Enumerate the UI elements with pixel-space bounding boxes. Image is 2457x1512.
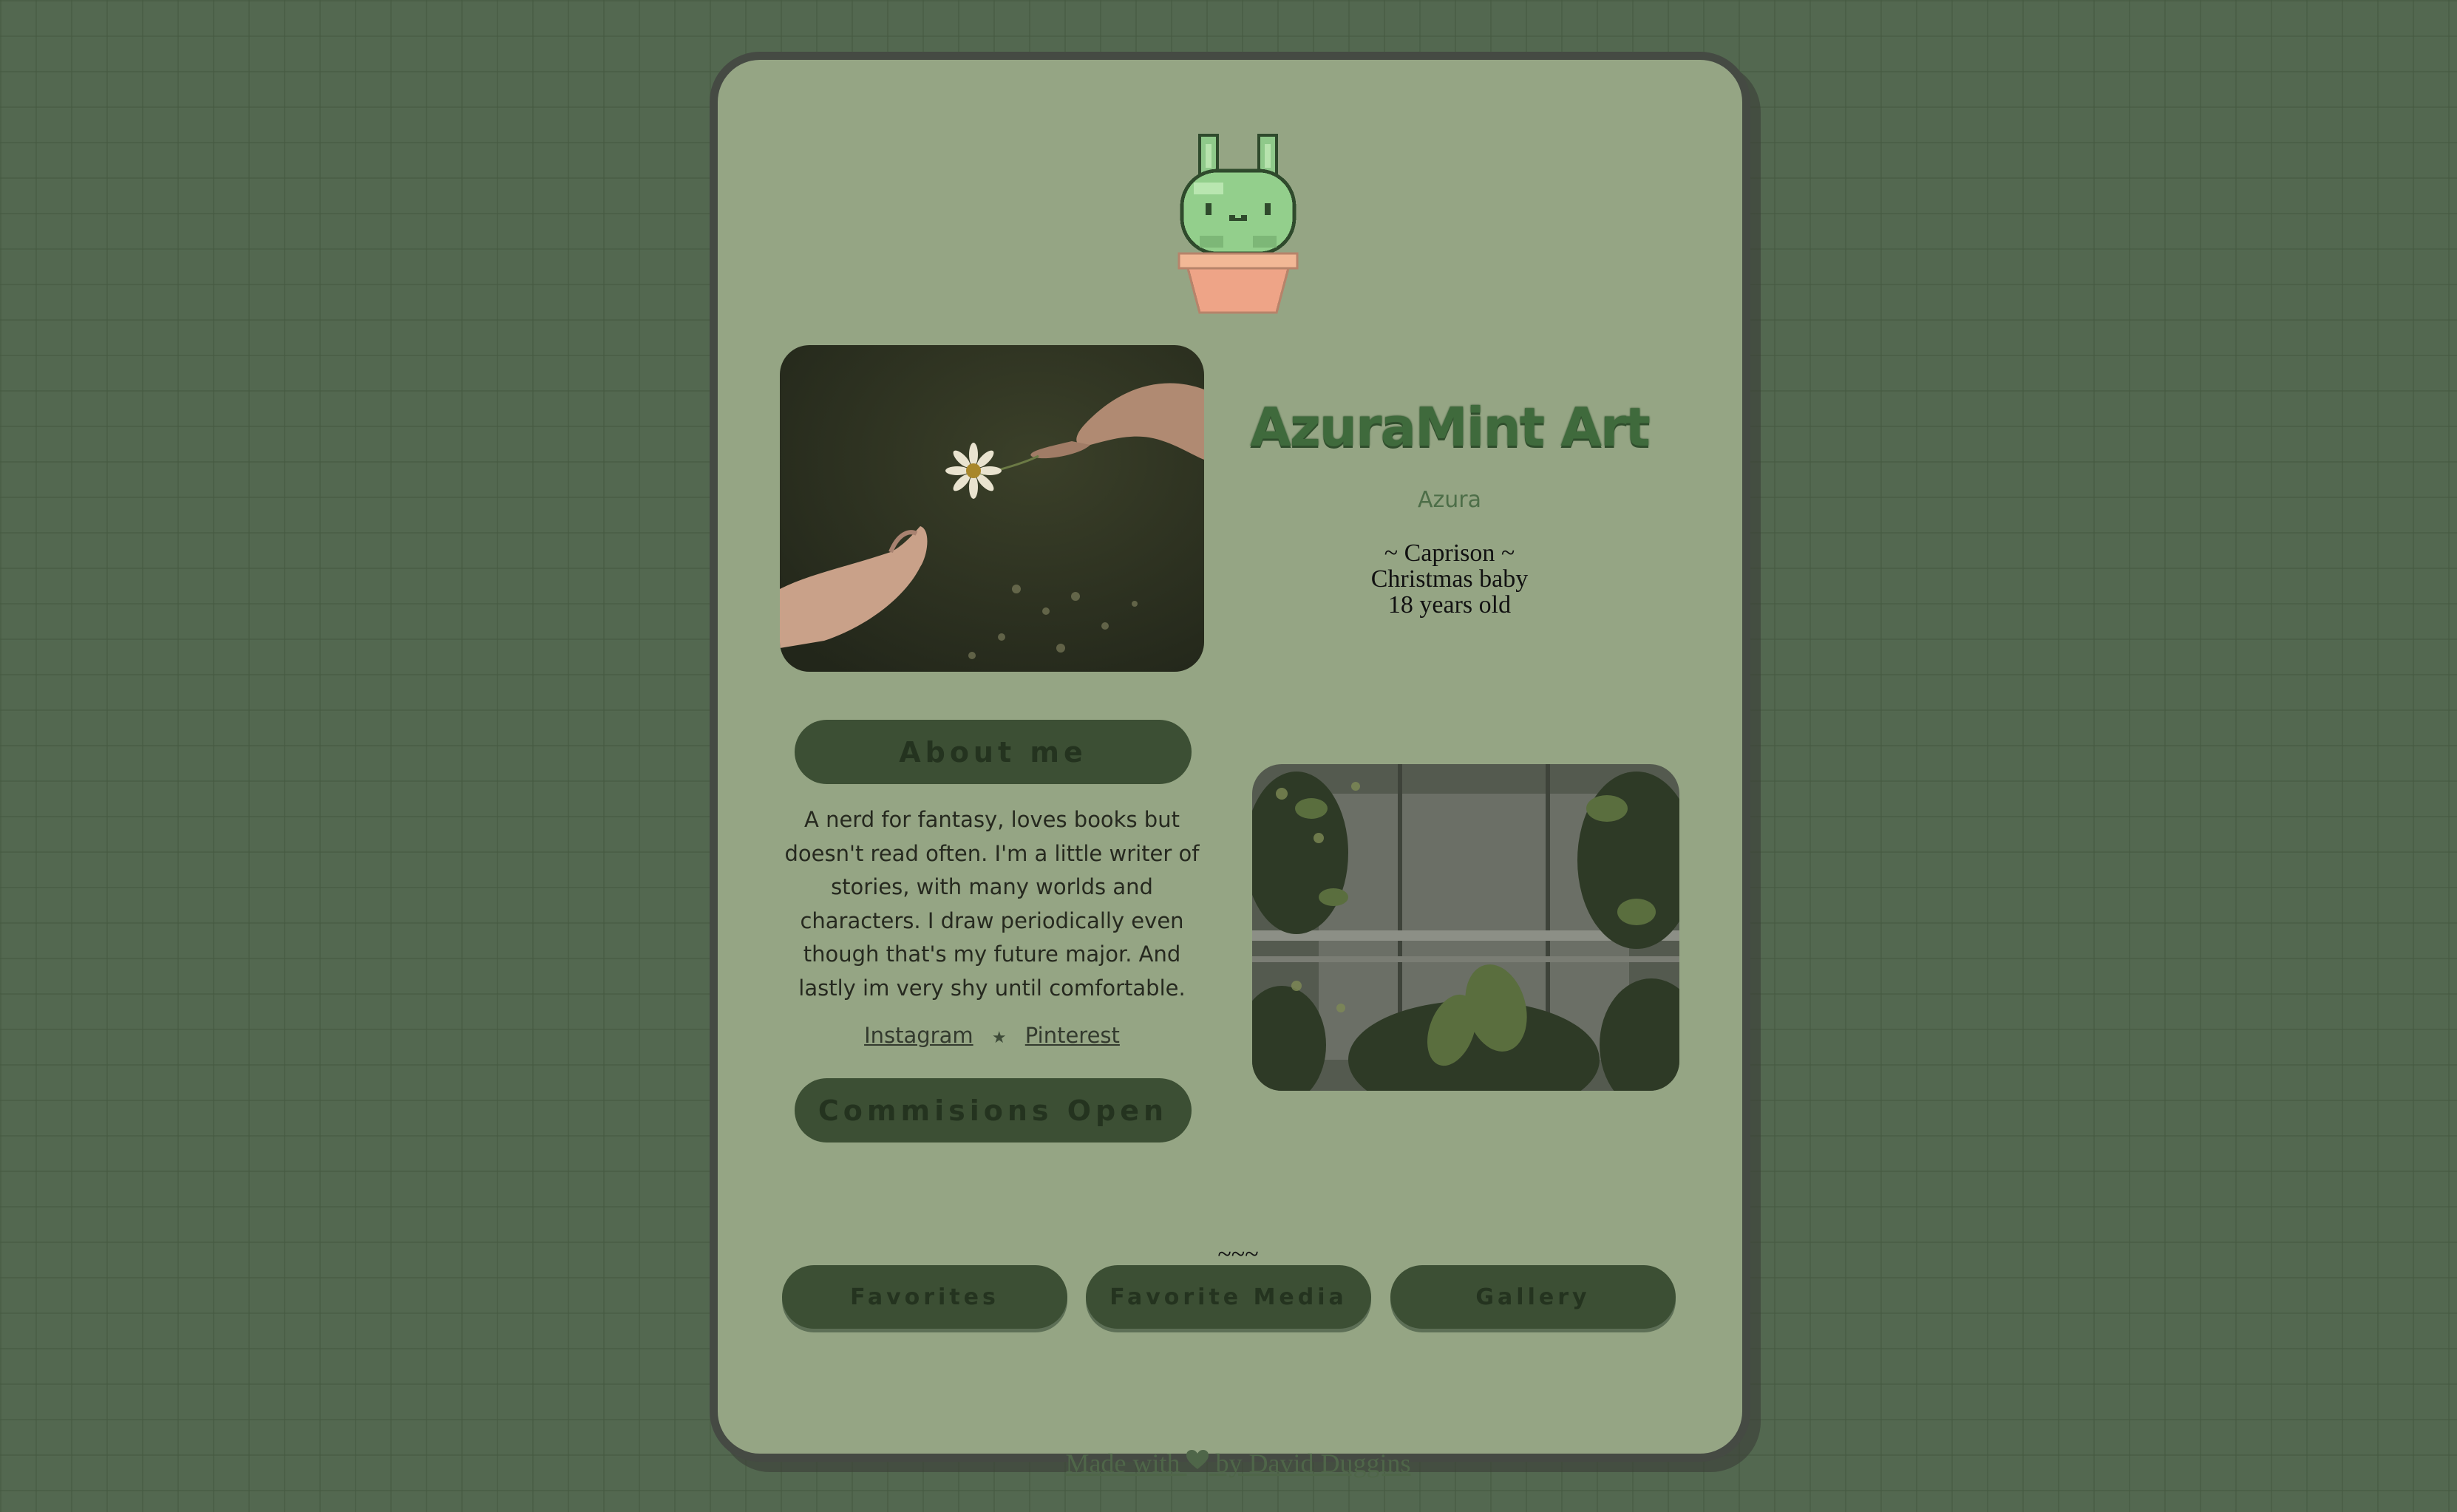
daisy-hands-photo	[780, 345, 1204, 672]
site-title: AzuraMint Art	[1250, 396, 1651, 458]
social-links: Instagram ★ Pinterest	[780, 1023, 1204, 1048]
bio-line: 18 years old	[1387, 591, 1512, 619]
footer-link[interactable]: Made with by David Duggins	[1066, 1448, 1411, 1478]
pinterest-link[interactable]: Pinterest	[1025, 1023, 1120, 1048]
greenhouse-plants-photo	[1252, 764, 1679, 1091]
commissions-button[interactable]: Commisions Open	[795, 1078, 1192, 1142]
profile-card: AzuraMint Art Azura ~ Caprison ~ Christm…	[710, 52, 1750, 1478]
footer-author: by David Duggins	[1215, 1448, 1411, 1478]
bio-line: Christmas baby	[1370, 565, 1529, 593]
heart-icon	[1186, 1450, 1209, 1469]
bunny-in-pot-icon	[1177, 134, 1299, 314]
about-text: A nerd for fantasy, loves books but does…	[784, 807, 1200, 1001]
footer-credit: Made with by David Duggins	[939, 1448, 1537, 1479]
star-icon: ★	[991, 1029, 1007, 1047]
site-subtitle: Azura	[1417, 487, 1481, 513]
favorites-button[interactable]: Favorites	[782, 1265, 1067, 1329]
instagram-link[interactable]: Instagram	[864, 1023, 973, 1048]
about-me-button[interactable]: About me	[795, 720, 1192, 784]
footer-made-with: Made with	[1065, 1448, 1180, 1478]
bio-lines: ~ Caprison ~ Christmas baby 18 years old	[1235, 540, 1664, 618]
bio-line: ~ Caprison ~	[1384, 539, 1515, 567]
gallery-button[interactable]: Gallery	[1390, 1265, 1676, 1329]
favorite-media-button[interactable]: Favorite Media	[1086, 1265, 1371, 1329]
